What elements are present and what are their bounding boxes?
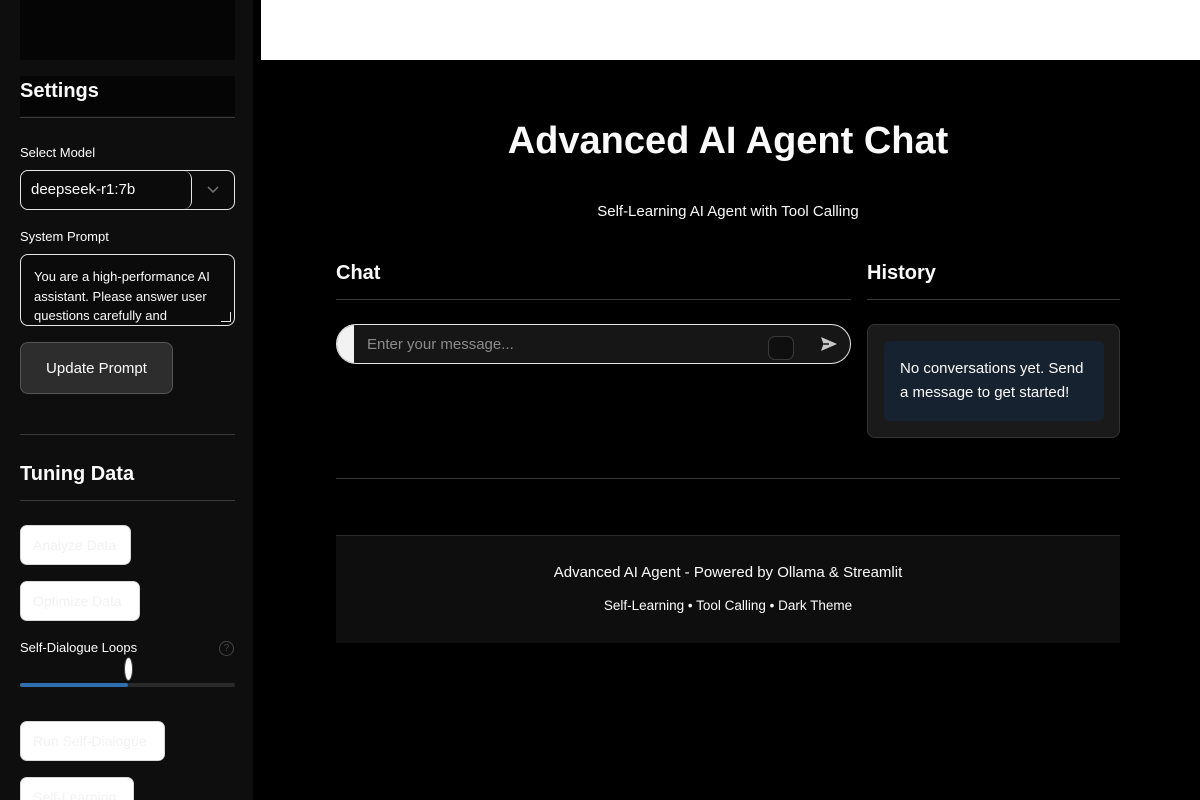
sidebar: Settings Select Model deepseek-r1:7b Sys… <box>0 0 253 800</box>
analyze-data-button[interactable]: Analyze Data <box>20 525 131 565</box>
model-select-value[interactable]: deepseek-r1:7b <box>21 171 192 209</box>
resize-handle-icon[interactable] <box>221 312 231 322</box>
model-select[interactable]: deepseek-r1:7b <box>20 170 235 210</box>
history-card: No conversations yet. Send a message to … <box>867 324 1120 438</box>
chevron-down-icon[interactable] <box>192 171 234 209</box>
self-learning-button[interactable]: Self-Learning <box>20 777 134 800</box>
top-header-bar <box>261 0 1200 60</box>
footer: Advanced AI Agent - Powered by Ollama & … <box>336 535 1120 643</box>
settings-heading: Settings <box>20 80 99 102</box>
help-icon[interactable]: ? <box>219 641 234 656</box>
chat-input[interactable] <box>354 325 754 363</box>
history-divider <box>867 299 1120 300</box>
system-prompt-label: System Prompt <box>20 229 109 244</box>
sidebar-header-block <box>20 0 235 60</box>
optimize-data-button[interactable]: Optimize Data <box>20 581 140 621</box>
history-heading: History <box>867 262 936 284</box>
chat-input-cap <box>337 325 354 363</box>
page-title: Advanced AI Agent Chat <box>507 120 949 162</box>
system-prompt-textarea[interactable]: You are a high-performance AI assistant.… <box>20 254 235 326</box>
self-dialogue-loops-label: Self-Dialogue Loops <box>20 640 138 655</box>
send-arrow-icon[interactable] <box>819 334 839 354</box>
tuning-data-heading: Tuning Data <box>20 463 135 485</box>
footer-line-2: Self-Learning • Tool Calling • Dark Them… <box>603 598 853 613</box>
footer-line-1: Advanced AI Agent - Powered by Ollama & … <box>553 564 903 581</box>
section-divider <box>20 434 235 435</box>
system-prompt-text: You are a high-performance AI assistant.… <box>34 269 210 323</box>
loops-slider-thumb[interactable] <box>124 657 133 681</box>
tuning-divider <box>20 500 235 501</box>
history-empty-message: No conversations yet. Send a message to … <box>884 341 1104 421</box>
chat-input-container[interactable] <box>336 324 851 364</box>
page-subtitle: Self-Learning AI Agent with Tool Calling <box>597 203 859 220</box>
run-self-dialogue-button[interactable]: Run Self-Dialogue <box>20 721 165 761</box>
update-prompt-button[interactable]: Update Prompt <box>20 342 173 394</box>
settings-divider <box>20 117 235 118</box>
chat-divider <box>336 299 851 300</box>
chat-heading: Chat <box>336 262 381 284</box>
loops-slider-track[interactable] <box>20 683 235 687</box>
select-model-label: Select Model <box>20 145 96 160</box>
main-divider <box>336 478 1120 479</box>
loops-slider-fill <box>20 683 128 687</box>
attach-icon[interactable] <box>768 336 794 360</box>
